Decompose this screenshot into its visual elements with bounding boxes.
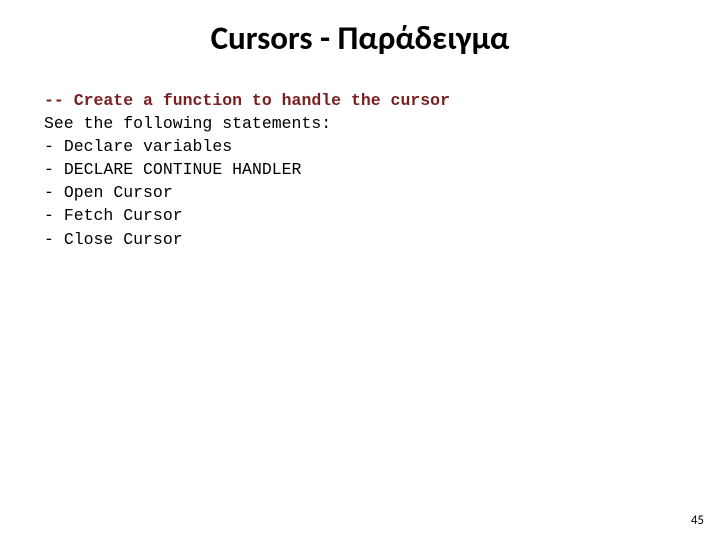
intro-line: See the following statements: — [44, 112, 684, 135]
slide-title: Cursors - Παράδειγμα — [0, 18, 720, 58]
slide-body: -- Create a function to handle the curso… — [44, 89, 684, 251]
slide: Cursors - Παράδειγμα -- Create a functio… — [0, 0, 720, 540]
list-item-text: Open Cursor — [64, 183, 173, 202]
code-comment: -- Create a function to handle the curso… — [44, 89, 684, 112]
list-item-text: Fetch Cursor — [64, 206, 183, 225]
bullet: - — [44, 206, 64, 225]
bullet: - — [44, 137, 64, 156]
list-item: - Open Cursor — [44, 181, 684, 204]
list-item-text: Declare variables — [64, 137, 232, 156]
bullet: - — [44, 230, 64, 249]
bullet: - — [44, 183, 64, 202]
list-item-text: DECLARE CONTINUE HANDLER — [64, 160, 302, 179]
list-item: - Declare variables — [44, 135, 684, 158]
list-item: - Fetch Cursor — [44, 204, 684, 227]
list-item: - Close Cursor — [44, 228, 684, 251]
list-item: - DECLARE CONTINUE HANDLER — [44, 158, 684, 181]
list-item-text: Close Cursor — [64, 230, 183, 249]
bullet: - — [44, 160, 64, 179]
page-number: 45 — [691, 513, 704, 528]
